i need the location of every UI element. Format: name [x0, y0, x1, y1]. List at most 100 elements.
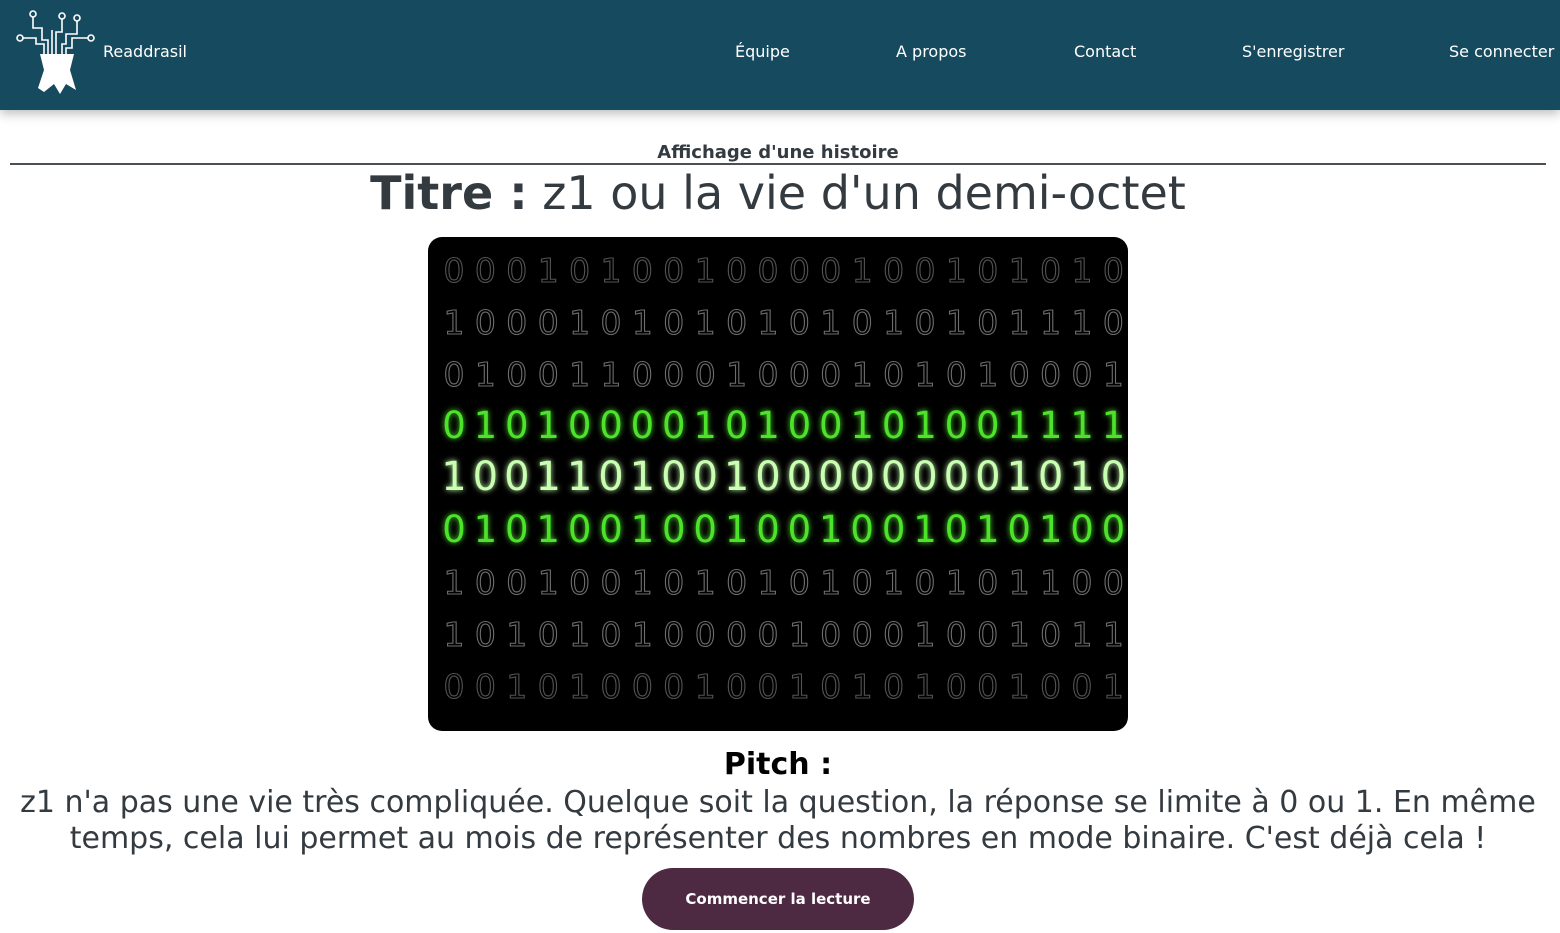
- binary-digit: 0: [915, 303, 936, 342]
- binary-digit: 0: [598, 454, 623, 500]
- binary-digit: 1: [1009, 251, 1030, 290]
- binary-digit: 0: [663, 251, 684, 290]
- binary-digit: 0: [599, 404, 623, 447]
- binary-digit: 1: [506, 615, 527, 654]
- binary-digit: 0: [977, 251, 998, 290]
- binary-digit: 0: [756, 508, 780, 551]
- binary-digit: 0: [506, 355, 527, 394]
- binary-digit: 1: [474, 404, 498, 447]
- binary-digit: 0: [788, 404, 812, 447]
- binary-digit: 1: [444, 563, 465, 602]
- binary-digit: 1: [1102, 404, 1126, 447]
- binary-digit: 1: [726, 355, 747, 394]
- binary-digit: 0: [1103, 563, 1124, 602]
- binary-digit: 0: [820, 667, 841, 706]
- binary-digit: 0: [632, 355, 653, 394]
- binary-digit: 1: [1007, 404, 1031, 447]
- binary-digit: 0: [1040, 355, 1061, 394]
- binary-digit: 0: [632, 667, 653, 706]
- binary-digit: 1: [915, 667, 936, 706]
- nav-link-login[interactable]: Se connecter: [1449, 42, 1554, 61]
- divider: [10, 163, 1546, 165]
- binary-digit: 1: [475, 355, 496, 394]
- binary-digit: 1: [1009, 615, 1030, 654]
- binary-digit: 1: [820, 303, 841, 342]
- binary-digit: 0: [601, 615, 622, 654]
- binary-digit: 0: [538, 303, 559, 342]
- tree-circuit-logo-icon[interactable]: [14, 10, 98, 98]
- story-cover-image: 0001010010000100101010100010101010101010…: [428, 237, 1128, 731]
- binary-digit: 0: [693, 508, 717, 551]
- binary-digit: 0: [789, 303, 810, 342]
- binary-digit: 1: [789, 615, 810, 654]
- start-reading-button[interactable]: Commencer la lecture: [642, 868, 914, 930]
- binary-digit: 1: [695, 303, 716, 342]
- binary-digit: 0: [977, 667, 998, 706]
- binary-digit: 0: [568, 508, 592, 551]
- brand-link[interactable]: Readdrasil: [103, 42, 187, 61]
- binary-digit: 1: [883, 303, 904, 342]
- title-value: z1 ou la vie d'un demi-octet: [542, 166, 1186, 220]
- binary-digit: 0: [977, 615, 998, 654]
- binary-digit: 0: [788, 508, 812, 551]
- binary-digit: 0: [852, 563, 873, 602]
- binary-digit: 1: [601, 251, 622, 290]
- binary-digit: 0: [506, 563, 527, 602]
- binary-digit: 0: [1103, 303, 1124, 342]
- top-navbar: Readdrasil Équipe A propos Contact S'enr…: [0, 0, 1560, 110]
- binary-digit: 0: [1101, 454, 1126, 500]
- binary-digit: 0: [504, 454, 529, 500]
- binary-digit: 0: [475, 303, 496, 342]
- binary-digit: 1: [474, 508, 498, 551]
- binary-digit: 0: [977, 303, 998, 342]
- binary-digit: 1: [758, 303, 779, 342]
- binary-digit: 0: [473, 454, 498, 500]
- binary-digit: 0: [755, 454, 780, 500]
- binary-digit: 0: [819, 404, 843, 447]
- binary-digit: 1: [1040, 303, 1061, 342]
- binary-digit: 0: [663, 355, 684, 394]
- binary-digit: 1: [1039, 404, 1063, 447]
- binary-digit: 1: [852, 667, 873, 706]
- binary-digit: 0: [599, 508, 623, 551]
- binary-digit: 1: [631, 508, 655, 551]
- binary-digit: 1: [1040, 563, 1061, 602]
- binary-digit: 1: [852, 355, 873, 394]
- binary-digit: 0: [475, 615, 496, 654]
- binary-digit: 0: [505, 404, 529, 447]
- binary-digit: 0: [945, 404, 969, 447]
- binary-digit: 1: [506, 667, 527, 706]
- binary-digit: 1: [444, 303, 465, 342]
- binary-digit: 0: [444, 355, 465, 394]
- binary-digit: 1: [724, 454, 749, 500]
- binary-digit: 0: [820, 251, 841, 290]
- nav-link-a-propos[interactable]: A propos: [896, 42, 966, 61]
- binary-digit: 1: [1072, 303, 1093, 342]
- binary-digit: 1: [883, 563, 904, 602]
- binary-digit: 0: [695, 615, 716, 654]
- binary-digit: 0: [850, 508, 874, 551]
- binary-digit: 1: [569, 355, 590, 394]
- nav-link-equipe[interactable]: Équipe: [735, 42, 790, 61]
- binary-digit: 0: [442, 404, 466, 447]
- binary-digit: 1: [1072, 251, 1093, 290]
- binary-digit: 0: [820, 615, 841, 654]
- binary-digit: 1: [915, 355, 936, 394]
- binary-digit: 0: [1103, 251, 1124, 290]
- binary-digit: 0: [1072, 563, 1093, 602]
- binary-digit: 0: [538, 667, 559, 706]
- binary-digit: 0: [505, 508, 529, 551]
- nav-link-contact[interactable]: Contact: [1074, 42, 1136, 61]
- binary-digit: 1: [758, 563, 779, 602]
- binary-digit: 0: [852, 303, 873, 342]
- binary-digit: 0: [663, 303, 684, 342]
- binary-digit: 1: [913, 508, 937, 551]
- binary-digit: 0: [692, 454, 717, 500]
- binary-digit: 0: [475, 251, 496, 290]
- binary-digit: 1: [1009, 667, 1030, 706]
- nav-link-register[interactable]: S'enregistrer: [1242, 42, 1344, 61]
- pitch-heading: Pitch :: [723, 747, 833, 782]
- binary-digit: 0: [726, 563, 747, 602]
- binary-digit: 1: [1103, 355, 1124, 394]
- binary-digit: 0: [946, 615, 967, 654]
